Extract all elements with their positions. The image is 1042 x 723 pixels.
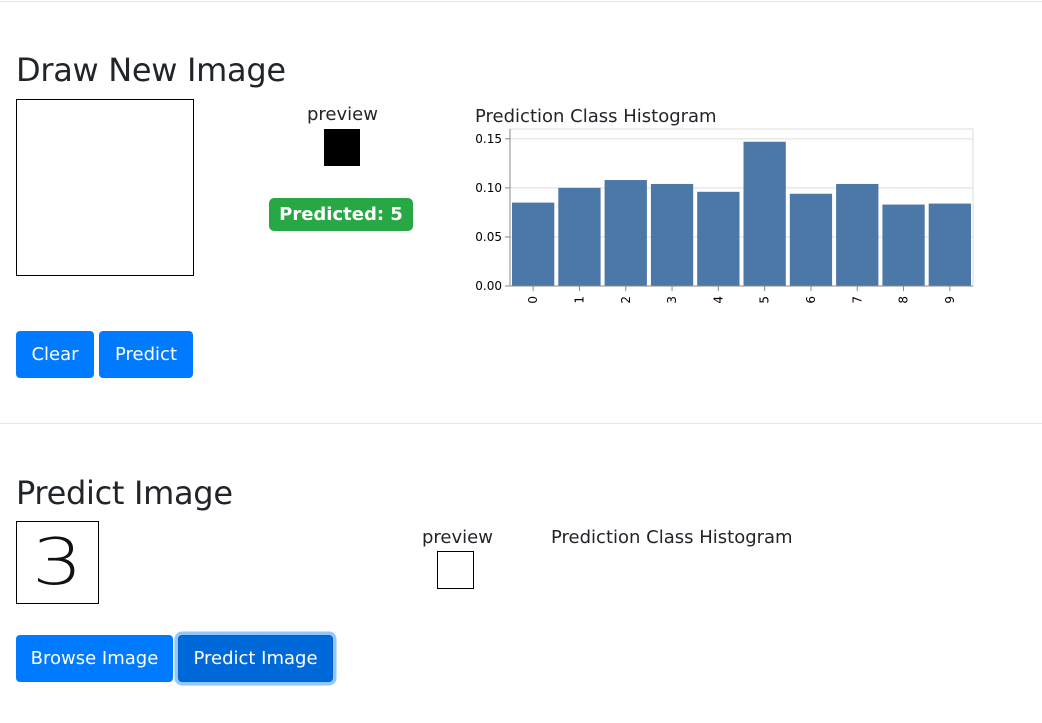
x-tick-label: 8 bbox=[897, 296, 911, 304]
drawing-canvas[interactable] bbox=[16, 99, 194, 276]
predict-histogram-title: Prediction Class Histogram bbox=[551, 527, 793, 548]
x-tick-label: 9 bbox=[943, 296, 957, 304]
bar-class-8 bbox=[882, 204, 925, 286]
draw-preview-image bbox=[322, 129, 360, 166]
predict-image-button[interactable]: Predict Image bbox=[178, 635, 333, 682]
section-divider bbox=[0, 423, 1042, 424]
top-divider bbox=[0, 1, 1042, 2]
bar-class-2 bbox=[604, 180, 647, 286]
x-tick-label: 4 bbox=[711, 296, 725, 304]
y-tick-label: 0.00 bbox=[475, 279, 502, 293]
bar-class-4 bbox=[697, 191, 740, 286]
x-tick-label: 2 bbox=[619, 296, 633, 304]
uploaded-digit: 3 bbox=[32, 525, 83, 600]
prediction-badge: Predicted: 5 bbox=[269, 198, 413, 231]
uploaded-image: 3 bbox=[16, 521, 99, 604]
x-tick-label: 1 bbox=[572, 296, 586, 304]
draw-preview-label: preview bbox=[307, 104, 378, 125]
y-tick-label: 0.10 bbox=[475, 181, 502, 195]
x-tick-label: 7 bbox=[850, 296, 864, 304]
draw-section-title: Draw New Image bbox=[16, 51, 286, 89]
prediction-histogram-chart: Prediction Class Histogram 0.00 0.05 0.10 0… bbox=[475, 106, 974, 304]
chart-title: Prediction Class Histogram bbox=[475, 106, 717, 127]
y-tick-label: 0.15 bbox=[475, 132, 502, 146]
predict-section-title: Predict Image bbox=[16, 474, 233, 512]
browse-image-button[interactable]: Browse Image bbox=[16, 635, 173, 682]
bar-class-1 bbox=[558, 187, 601, 286]
predict-preview-image bbox=[437, 551, 474, 589]
clear-button[interactable]: Clear bbox=[16, 331, 94, 378]
bar-class-3 bbox=[650, 183, 694, 286]
bar-class-9 bbox=[928, 203, 971, 286]
x-tick-label: 6 bbox=[804, 296, 818, 304]
x-tick-label: 5 bbox=[758, 296, 772, 304]
bar-class-5 bbox=[743, 141, 786, 286]
predict-button[interactable]: Predict bbox=[99, 331, 193, 378]
y-tick-label: 0.05 bbox=[475, 230, 502, 244]
x-tick-label: 0 bbox=[526, 296, 540, 304]
x-tick-label: 3 bbox=[665, 296, 679, 304]
bar-class-7 bbox=[836, 183, 879, 286]
bar-class-0 bbox=[512, 202, 555, 286]
predict-preview-label: preview bbox=[422, 527, 493, 548]
bar-class-6 bbox=[789, 193, 833, 286]
